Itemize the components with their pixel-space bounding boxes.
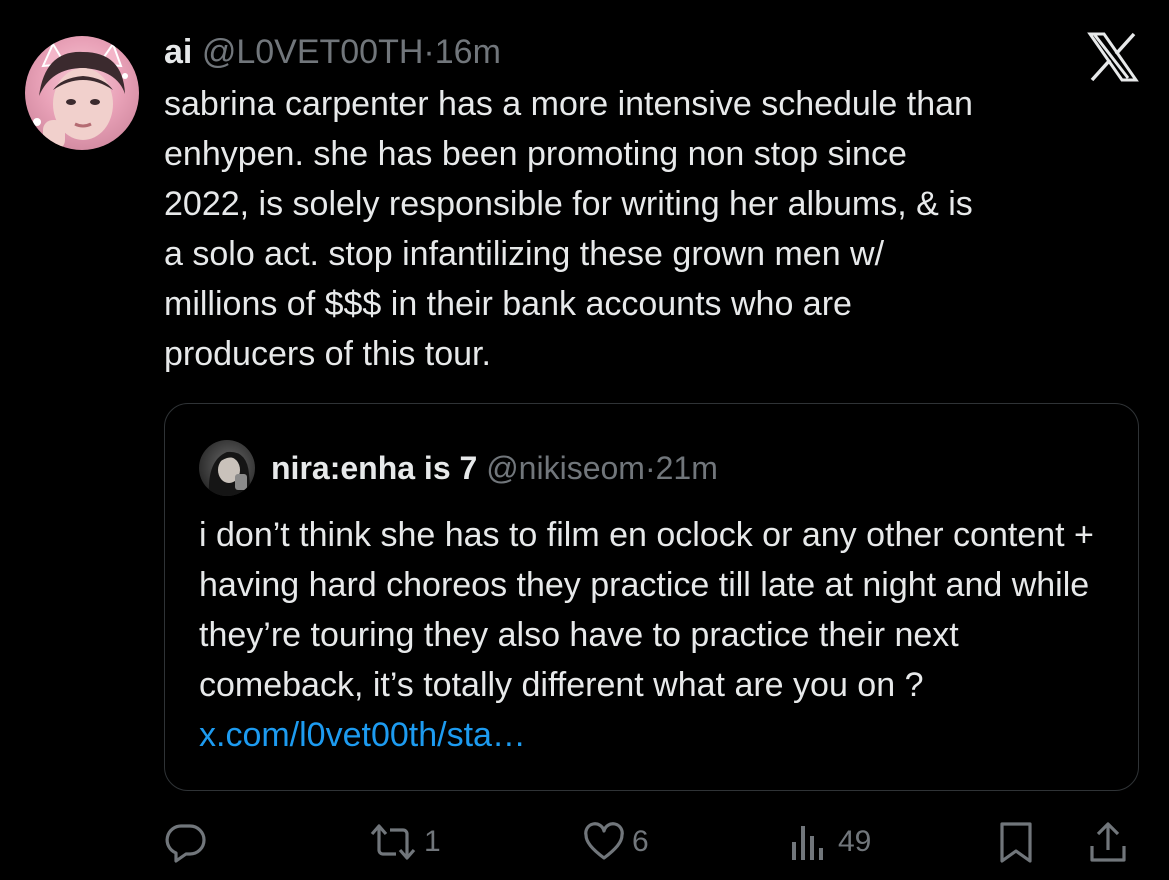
avatar[interactable] [25,36,139,150]
repost-count: 1 [424,825,441,858]
author-name[interactable]: ai [164,33,192,71]
action-bar: 1 6 49 [0,812,1169,872]
tweet-header: ai @L0VET00TH·16m [164,30,501,74]
quote-timestamp[interactable]: 21m [656,450,718,486]
bookmark-icon [996,820,1036,864]
quote-author-handle[interactable]: @nikiseom [486,450,645,486]
x-logo-icon[interactable] [1086,32,1140,82]
quote-header: nira:enha is 7 @nikiseom·21m [271,446,718,490]
repost-icon [368,820,418,864]
views-count: 49 [838,825,872,858]
quote-avatar[interactable] [199,440,255,496]
heart-icon [582,820,626,864]
quote-link[interactable]: x.com/l0vet00th/sta… [199,716,526,754]
like-button[interactable]: 6 [582,812,649,872]
repost-button[interactable]: 1 [368,812,441,872]
quote-text-block: i don’t think she has to film en oclock … [199,510,1114,760]
tweet-text: sabrina carpenter has a more intensive s… [164,85,973,373]
like-count: 6 [632,825,649,858]
header-separator: · [423,33,435,71]
quote-author-name[interactable]: nira:enha is 7 [271,450,477,486]
quoted-tweet[interactable]: nira:enha is 7 @nikiseom·21m i don’t thi… [164,403,1139,791]
reply-icon [164,820,208,864]
quote-text: i don’t think she has to film en oclock … [199,516,1094,704]
quote-header-separator: · [644,450,656,486]
reply-button[interactable] [164,812,208,872]
views-icon [788,820,832,864]
bookmark-button[interactable] [996,812,1036,872]
share-icon [1086,820,1130,864]
avatar-photo [33,41,128,150]
views-button[interactable]: 49 [788,812,871,872]
share-button[interactable] [1086,812,1130,872]
author-handle[interactable]: @L0VET00TH [202,33,424,71]
tweet-timestamp[interactable]: 16m [435,33,501,71]
quote-avatar-photo [208,451,251,496]
